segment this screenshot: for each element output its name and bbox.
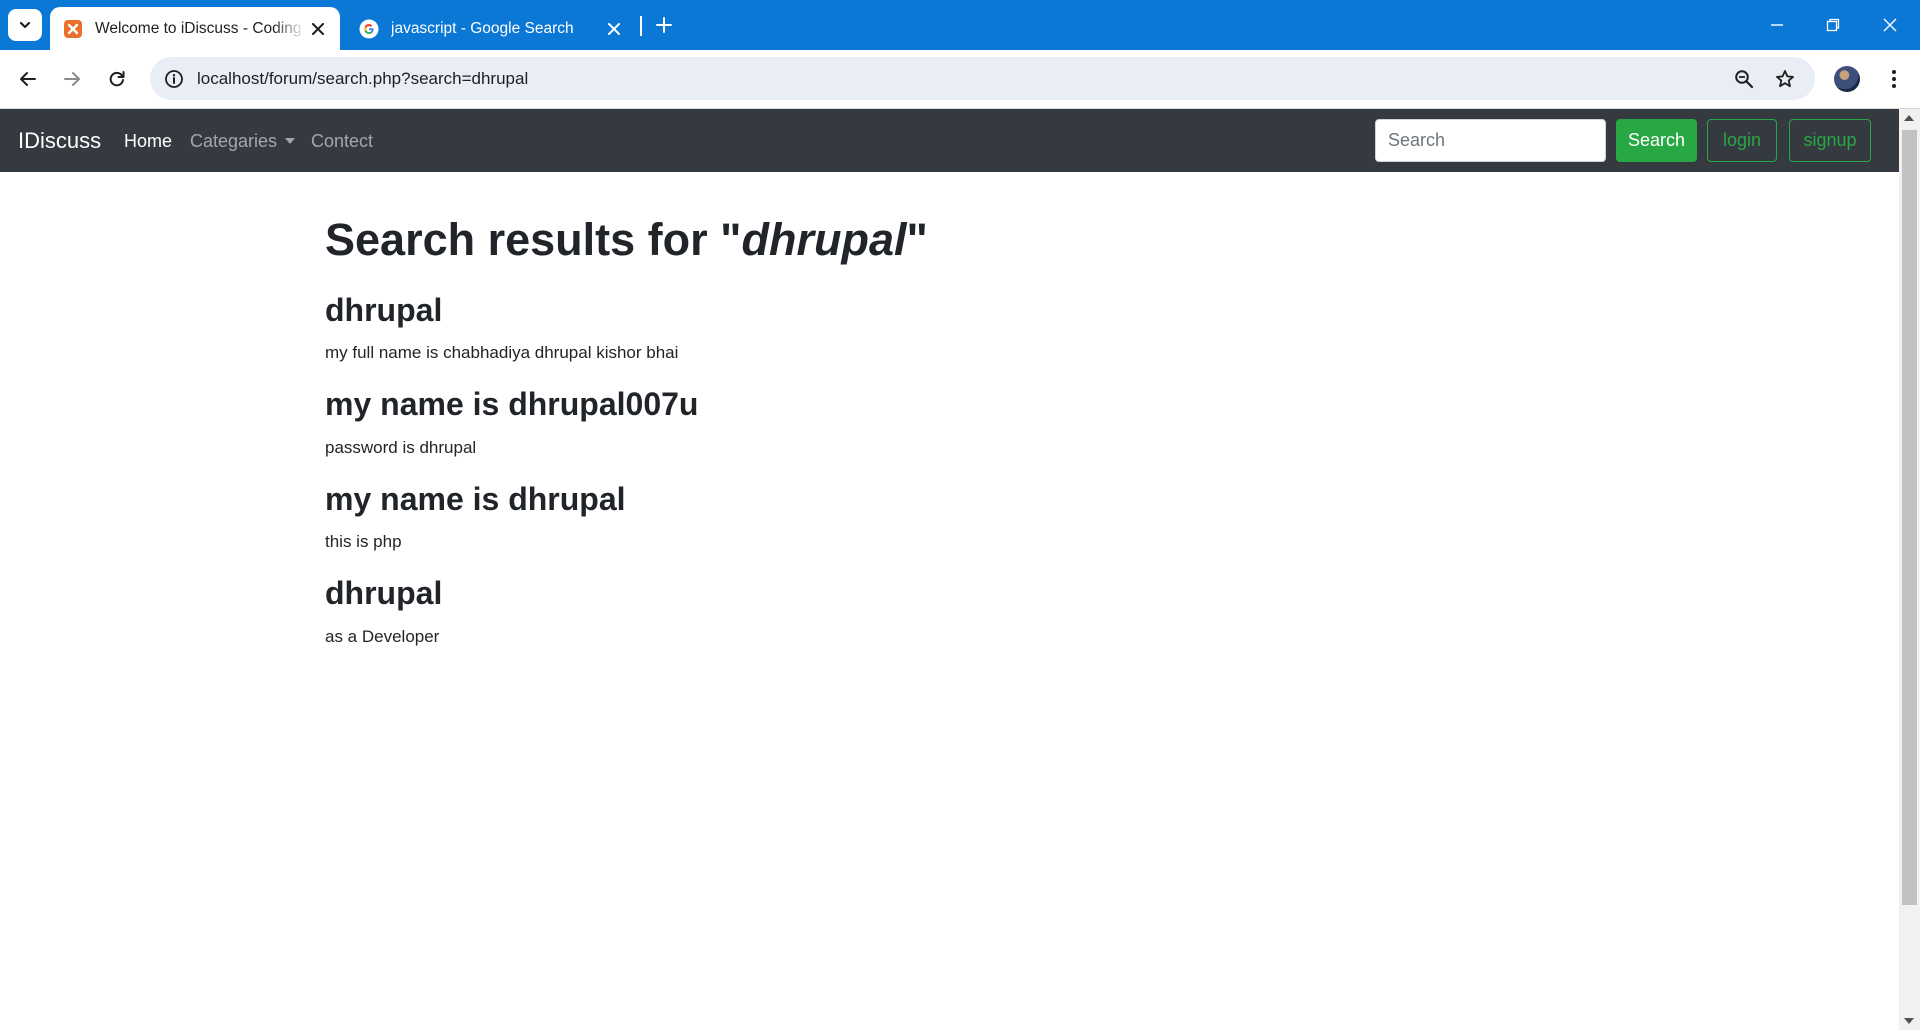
site-navbar: IDiscuss Home Categaries Contect Search … [0,109,1899,172]
bookmark-star-icon[interactable] [1773,67,1797,91]
browser-toolbar: localhost/forum/search.php?search=dhrupa… [0,50,1920,109]
close-tab-icon[interactable] [604,19,624,39]
nav-categories-label: Categaries [190,131,278,151]
google-favicon-icon [359,19,379,39]
search-button[interactable]: Search [1616,119,1697,162]
new-tab-button[interactable] [652,13,676,37]
restore-button[interactable] [1820,12,1846,38]
reload-icon [109,71,125,87]
result-item: dhrupal my full name is chabhadiya dhrup… [325,291,1225,363]
result-description: my full name is chabhadiya dhrupal kisho… [325,343,679,363]
browser-menu-button[interactable] [1882,64,1906,94]
minimize-icon [1771,24,1783,26]
nav-categories-dropdown[interactable]: Categaries [190,131,296,152]
result-item: dhrupal as a Developer [325,574,1225,646]
site-info-icon[interactable] [163,68,185,90]
browser-titlebar: Welcome to iDiscuss - Coding Forums java… [0,0,1920,50]
address-bar[interactable]: localhost/forum/search.php?search=dhrupa… [150,57,1815,100]
search-query: dhrupal [741,214,907,265]
result-item: my name is dhrupal this is php [325,480,1225,552]
page-viewport: IDiscuss Home Categaries Contect Search … [0,109,1920,1030]
result-description: password is dhrupal [325,437,477,457]
tab-idiscuss[interactable]: Welcome to iDiscuss - Coding Forums [50,7,340,50]
chevron-down-icon [19,21,31,29]
result-title[interactable]: dhrupal [325,574,1225,612]
search-results-container: Search results for "dhrupal" dhrupal my … [325,213,1225,647]
close-tab-icon[interactable] [308,19,328,39]
result-description: this is php [325,532,402,552]
nav-home[interactable]: Home [124,131,172,152]
scroll-down-arrow-icon[interactable] [1904,1018,1914,1024]
result-title[interactable]: my name is dhrupal007u [325,385,1225,423]
arrow-left-icon [20,72,36,86]
zoom-icon[interactable] [1732,67,1756,91]
result-title[interactable]: dhrupal [325,291,1225,329]
tab-divider [640,16,642,36]
xampp-favicon-icon [63,19,83,39]
result-title[interactable]: my name is dhrupal [325,480,1225,518]
search-input[interactable] [1375,119,1606,162]
heading-suffix: " [906,214,928,265]
heading-prefix: Search results for " [325,214,742,265]
tab-title: Welcome to iDiscuss - Coding Forums [95,19,305,37]
more-vertical-icon [1892,70,1896,88]
signup-button[interactable]: signup [1789,119,1871,162]
profile-avatar[interactable] [1834,66,1860,92]
reload-button[interactable] [102,64,132,94]
minimize-button[interactable] [1764,12,1790,38]
caret-down-icon [285,138,296,144]
close-icon [1883,18,1897,32]
back-button[interactable] [13,64,43,94]
results-heading: Search results for "dhrupal" [325,213,1225,267]
url-text[interactable]: localhost/forum/search.php?search=dhrupa… [197,69,528,89]
site-brand[interactable]: IDiscuss [18,128,101,154]
tab-title: javascript - Google Search [391,19,574,37]
tab-google-search[interactable]: javascript - Google Search [346,7,636,50]
tab-search-button[interactable] [8,9,42,41]
close-window-button[interactable] [1877,12,1903,38]
result-description: as a Developer [325,626,440,646]
login-button[interactable]: login [1707,119,1777,162]
arrow-right-icon [64,72,80,86]
scroll-thumb[interactable] [1902,130,1917,905]
result-item: my name is dhrupal007u password is dhrup… [325,385,1225,457]
page-scrollbar[interactable] [1899,109,1920,1030]
forward-button[interactable] [57,64,87,94]
plus-icon [656,17,672,33]
nav-contact[interactable]: Contect [311,131,373,152]
restore-icon [1826,18,1840,32]
scroll-up-arrow-icon[interactable] [1904,115,1914,121]
